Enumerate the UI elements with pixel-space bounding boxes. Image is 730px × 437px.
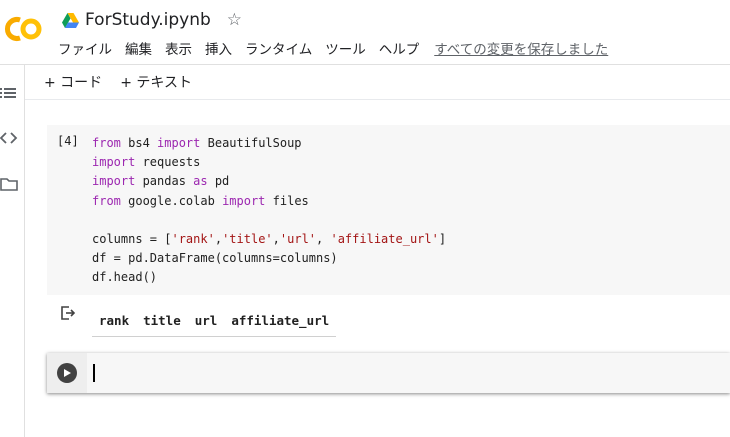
menu-help[interactable]: ヘルプ <box>379 38 420 58</box>
title-row: ForStudy.ipynb ☆ <box>62 8 242 32</box>
menu-runtime[interactable]: ランタイム <box>245 38 312 58</box>
menu-view[interactable]: 表示 <box>165 38 192 58</box>
toolbar: + コード + テキスト <box>44 72 210 92</box>
menu-insert[interactable]: 挿入 <box>205 38 232 58</box>
menu-edit[interactable]: 編集 <box>125 38 152 58</box>
column-header: rank <box>92 307 137 337</box>
dataframe-output: rank title url affiliate_url <box>92 307 337 337</box>
menu-file[interactable]: ファイル <box>58 38 112 58</box>
execution-count: [4] <box>57 134 79 148</box>
add-text-button[interactable]: + テキスト <box>120 72 192 92</box>
save-status-link[interactable]: すべての変更を保存しました <box>434 38 608 58</box>
column-header: affiliate_url <box>224 307 337 337</box>
add-code-button[interactable]: + コード <box>44 72 102 92</box>
code-snippets-icon[interactable] <box>0 130 18 146</box>
files-folder-icon[interactable] <box>0 176 18 192</box>
header-divider <box>0 64 730 65</box>
column-header: url <box>187 307 225 337</box>
active-code-cell[interactable] <box>47 353 730 393</box>
run-cell-button[interactable] <box>57 363 77 383</box>
menu-bar: ファイル 編集 表示 挿入 ランタイム ツール ヘルプ すべての変更を保存しまし… <box>58 38 621 58</box>
table-of-contents-icon[interactable] <box>0 85 18 101</box>
menu-tools[interactable]: ツール <box>325 38 366 58</box>
column-header: title <box>136 307 188 337</box>
left-sidebar <box>0 65 25 437</box>
star-icon[interactable]: ☆ <box>227 10 242 30</box>
output-redirect-icon[interactable] <box>60 305 76 321</box>
toolbar-divider <box>25 99 730 100</box>
google-drive-icon[interactable] <box>62 12 79 28</box>
play-icon <box>64 369 71 377</box>
colab-logo-icon[interactable] <box>0 14 44 44</box>
code-editor[interactable]: from bs4 import BeautifulSoup import req… <box>92 134 446 288</box>
text-cursor <box>93 364 95 382</box>
notebook-title[interactable]: ForStudy.ipynb <box>85 10 211 30</box>
